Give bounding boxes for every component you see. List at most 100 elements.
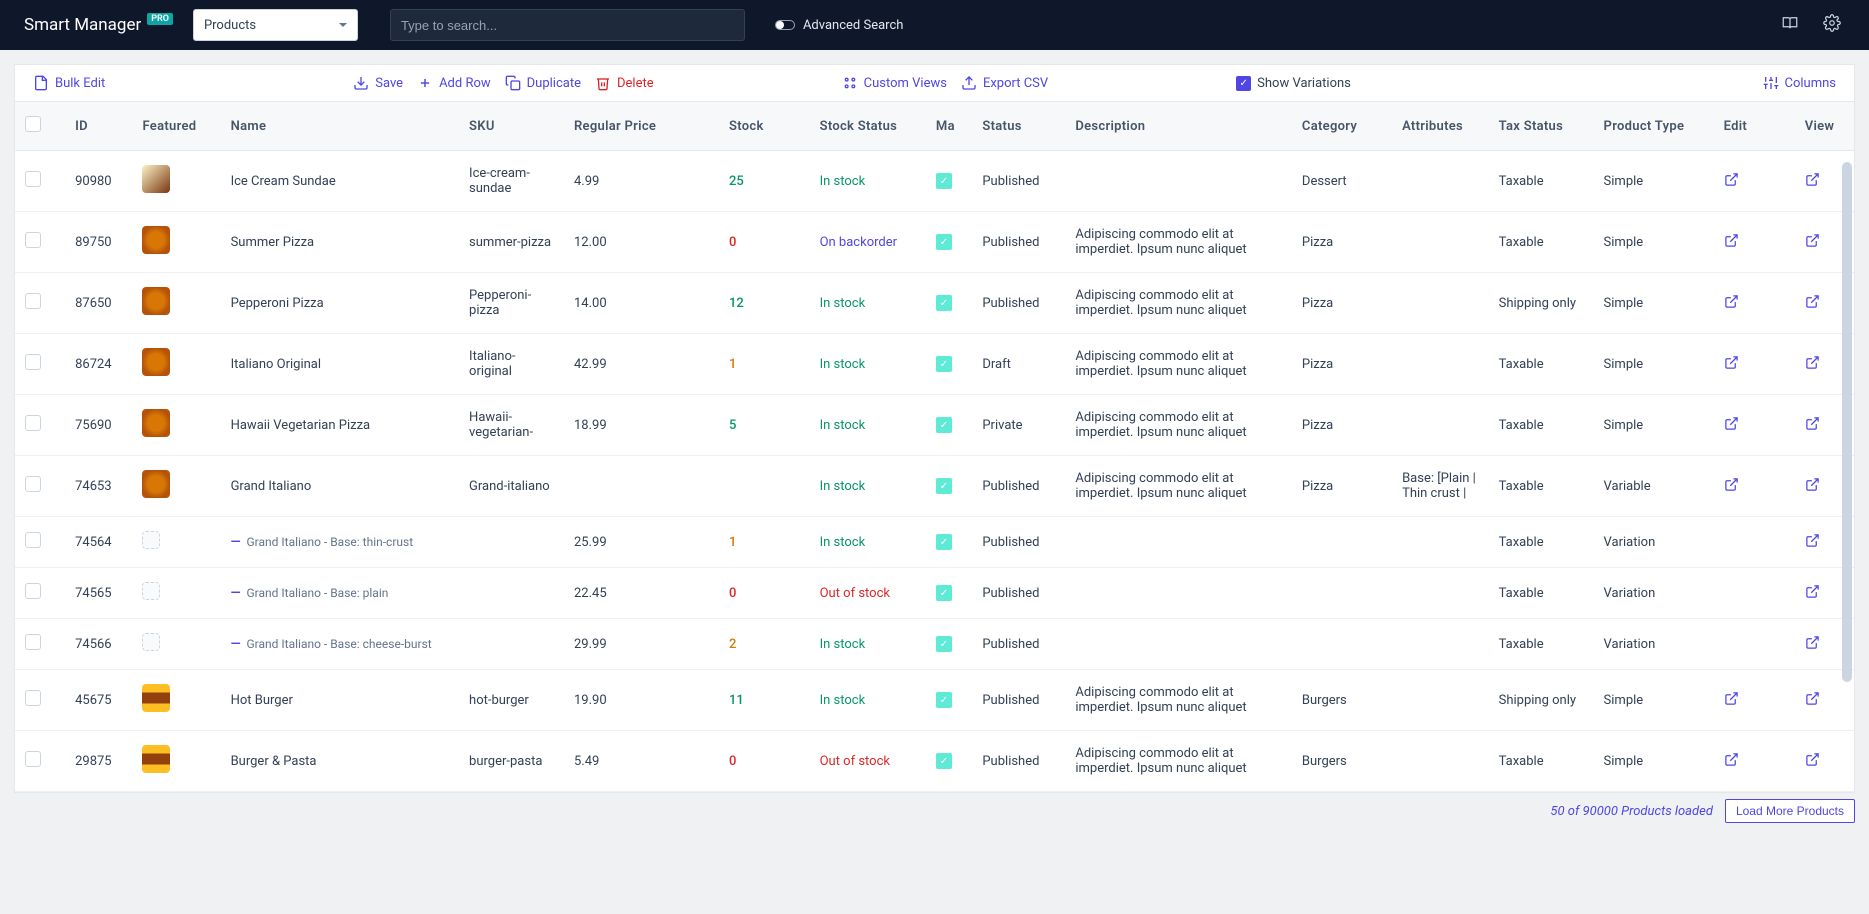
stock-cell[interactable]: 5 [729,418,736,433]
price-cell[interactable]: 25.99 [564,517,719,568]
product-type-cell[interactable]: Simple [1594,212,1714,273]
id-cell[interactable]: 74564 [65,517,132,568]
category-cell[interactable]: Burgers [1292,670,1392,731]
vertical-scrollbar[interactable] [1842,162,1852,682]
product-name-cell[interactable]: Hot Burger [231,693,293,708]
view-link-icon[interactable] [1805,237,1820,252]
product-name-cell[interactable]: Grand Italiano - Base: cheese-burst [246,637,431,651]
status-cell[interactable]: Published [972,731,1065,792]
row-checkbox[interactable] [25,751,41,767]
stock-status-cell[interactable]: Out of stock [820,586,890,601]
row-checkbox[interactable] [25,293,41,309]
category-cell[interactable]: Dessert [1292,151,1392,212]
stock-cell[interactable]: 1 [729,357,736,372]
status-cell[interactable]: Published [972,619,1065,670]
description-cell[interactable]: Adipiscing commodo elit at imperdiet. Ip… [1065,456,1292,517]
stock-cell[interactable]: 1 [729,535,736,550]
price-cell[interactable]: 14.00 [564,273,719,334]
product-type-cell[interactable]: Simple [1594,670,1714,731]
product-type-cell[interactable]: Simple [1594,731,1714,792]
stock-status-cell[interactable]: In stock [820,479,866,494]
attributes-cell[interactable] [1392,619,1489,670]
col-status[interactable]: Status [972,102,1065,151]
entity-select[interactable]: Products [193,9,358,41]
attributes-cell[interactable] [1392,517,1489,568]
attributes-cell[interactable] [1392,334,1489,395]
toggle-icon[interactable] [775,20,795,30]
id-cell[interactable]: 87650 [65,273,132,334]
id-cell[interactable]: 90980 [65,151,132,212]
description-cell[interactable]: Adipiscing commodo elit at imperdiet. Ip… [1065,731,1292,792]
attributes-cell[interactable] [1392,395,1489,456]
col-sku[interactable]: SKU [459,102,564,151]
sku-cell[interactable]: burger-pasta [459,731,564,792]
sku-cell[interactable] [459,517,564,568]
stock-cell[interactable]: 0 [729,754,736,769]
load-more-button[interactable]: Load More Products [1725,799,1855,823]
id-cell[interactable]: 86724 [65,334,132,395]
product-type-cell[interactable]: Variation [1594,568,1714,619]
manage-stock-check-icon[interactable]: ✓ [936,585,952,601]
sku-cell[interactable]: Italiano-original [459,334,564,395]
product-name-cell[interactable]: Burger & Pasta [231,754,317,769]
edit-link-icon[interactable] [1724,298,1739,313]
manage-stock-check-icon[interactable]: ✓ [936,753,952,769]
price-cell[interactable]: 12.00 [564,212,719,273]
tax-status-cell[interactable]: Taxable [1489,568,1594,619]
select-all-checkbox[interactable] [25,116,41,132]
status-cell[interactable]: Private [972,395,1065,456]
edit-link-icon[interactable] [1724,481,1739,496]
add-row-button[interactable]: Add Row [417,75,491,91]
product-name-cell[interactable]: Italiano Original [231,357,321,372]
manage-stock-check-icon[interactable]: ✓ [936,417,952,433]
attributes-cell[interactable] [1392,568,1489,619]
sku-cell[interactable]: Grand-italiano [459,456,564,517]
row-checkbox[interactable] [25,415,41,431]
product-name-cell[interactable]: Grand Italiano - Base: thin-crust [246,535,413,549]
view-link-icon[interactable] [1805,420,1820,435]
attributes-cell[interactable] [1392,151,1489,212]
description-cell[interactable] [1065,568,1292,619]
stock-status-cell[interactable]: In stock [820,637,866,652]
view-link-icon[interactable] [1805,695,1820,710]
book-icon[interactable] [1777,10,1803,40]
product-name-cell[interactable]: Grand Italiano - Base: plain [246,586,388,600]
view-link-icon[interactable] [1805,639,1820,654]
price-cell[interactable]: 4.99 [564,151,719,212]
product-name-cell[interactable]: Ice Cream Sundae [231,174,336,189]
stock-status-cell[interactable]: In stock [820,296,866,311]
view-link-icon[interactable] [1805,298,1820,313]
status-cell[interactable]: Published [972,273,1065,334]
delete-button[interactable]: Delete [595,75,654,91]
price-cell[interactable]: 19.90 [564,670,719,731]
category-cell[interactable]: Pizza [1292,212,1392,273]
attributes-cell[interactable] [1392,731,1489,792]
stock-status-cell[interactable]: In stock [820,535,866,550]
id-cell[interactable]: 74566 [65,619,132,670]
col-view[interactable]: View [1795,102,1854,151]
description-cell[interactable]: Adipiscing commodo elit at imperdiet. Ip… [1065,334,1292,395]
description-cell[interactable]: Adipiscing commodo elit at imperdiet. Ip… [1065,212,1292,273]
col-description[interactable]: Description [1065,102,1292,151]
attributes-cell[interactable] [1392,273,1489,334]
sku-cell[interactable] [459,619,564,670]
product-type-cell[interactable]: Variation [1594,619,1714,670]
category-cell[interactable] [1292,517,1392,568]
status-cell[interactable]: Published [972,212,1065,273]
price-cell[interactable]: 29.99 [564,619,719,670]
price-cell[interactable]: 18.99 [564,395,719,456]
product-name-cell[interactable]: Grand Italiano [231,479,312,494]
manage-stock-check-icon[interactable]: ✓ [936,234,952,250]
row-checkbox[interactable] [25,354,41,370]
duplicate-button[interactable]: Duplicate [505,75,581,91]
status-cell[interactable]: Published [972,456,1065,517]
attributes-cell[interactable]: Base: [Plain | Thin crust | [1392,456,1489,517]
stock-status-cell[interactable]: In stock [820,418,866,433]
product-name-cell[interactable]: Hawaii Vegetarian Pizza [231,418,371,433]
view-link-icon[interactable] [1805,588,1820,603]
edit-link-icon[interactable] [1724,756,1739,771]
sku-cell[interactable]: Hawaii-vegetarian- [459,395,564,456]
row-checkbox[interactable] [25,232,41,248]
description-cell[interactable]: Adipiscing commodo elit at imperdiet. Ip… [1065,395,1292,456]
status-cell[interactable]: Draft [972,334,1065,395]
